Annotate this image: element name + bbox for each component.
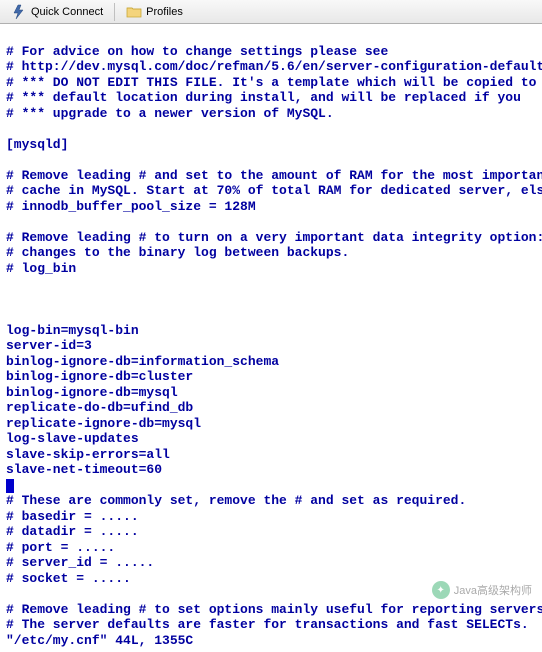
editor-line: log-slave-updates <box>6 431 536 447</box>
editor-line: # port = ..... <box>6 540 536 556</box>
profiles-label: Profiles <box>146 6 183 18</box>
editor-line <box>6 152 536 168</box>
editor-line: slave-net-timeout=60 <box>6 462 536 478</box>
editor-line <box>6 121 536 137</box>
editor-line: # http://dev.mysql.com/doc/refman/5.6/en… <box>6 59 536 75</box>
editor-line <box>6 214 536 230</box>
editor-line: # Remove leading # to set options mainly… <box>6 602 536 618</box>
editor-line: # These are commonly set, remove the # a… <box>6 493 536 509</box>
editor-line: # log_bin <box>6 261 536 277</box>
editor-line: replicate-ignore-db=mysql <box>6 416 536 432</box>
editor-line: binlog-ignore-db=cluster <box>6 369 536 385</box>
editor-line: # basedir = ..... <box>6 509 536 525</box>
editor-line: # datadir = ..... <box>6 524 536 540</box>
editor-line: binlog-ignore-db=mysql <box>6 385 536 401</box>
quick-connect-button[interactable]: Quick Connect <box>4 1 110 23</box>
editor-line: # cache in MySQL. Start at 70% of total … <box>6 183 536 199</box>
editor-cursor <box>6 479 14 493</box>
editor-line: # *** DO NOT EDIT THIS FILE. It's a temp… <box>6 75 536 91</box>
editor-line: # server_id = ..... <box>6 555 536 571</box>
editor-line: # *** upgrade to a newer version of MySQ… <box>6 106 536 122</box>
profiles-button[interactable]: Profiles <box>119 1 190 23</box>
editor-line <box>6 292 536 308</box>
toolbar: Quick Connect Profiles <box>0 0 542 24</box>
editor-line: server-id=3 <box>6 338 536 354</box>
toolbar-separator <box>114 3 115 21</box>
watermark-icon: ✦ <box>432 581 450 599</box>
editor-line: [mysqld] <box>6 137 536 153</box>
folder-icon <box>126 4 142 20</box>
editor-line <box>6 307 536 323</box>
editor-line: replicate-do-db=ufind_db <box>6 400 536 416</box>
watermark: ✦ Java高级架构师 <box>432 581 532 599</box>
editor-line: # The server defaults are faster for tra… <box>6 617 536 633</box>
editor-line <box>6 28 536 44</box>
watermark-text: Java高级架构师 <box>454 582 532 598</box>
editor-line: binlog-ignore-db=information_schema <box>6 354 536 370</box>
editor-area[interactable]: # For advice on how to change settings p… <box>0 24 542 652</box>
editor-line <box>6 276 536 292</box>
editor-line: log-bin=mysql-bin <box>6 323 536 339</box>
quick-connect-label: Quick Connect <box>31 6 103 18</box>
editor-status-line: "/etc/my.cnf" 44L, 1355C <box>6 633 536 649</box>
editor-line: # changes to the binary log between back… <box>6 245 536 261</box>
editor-line: # *** default location during install, a… <box>6 90 536 106</box>
lightning-icon <box>11 4 27 20</box>
editor-line: # Remove leading # and set to the amount… <box>6 168 536 184</box>
editor-line: # innodb_buffer_pool_size = 128M <box>6 199 536 215</box>
editor-line: slave-skip-errors=all <box>6 447 536 463</box>
editor-line: # Remove leading # to turn on a very imp… <box>6 230 536 246</box>
editor-cursor-line <box>6 478 536 494</box>
editor-line: # For advice on how to change settings p… <box>6 44 536 60</box>
